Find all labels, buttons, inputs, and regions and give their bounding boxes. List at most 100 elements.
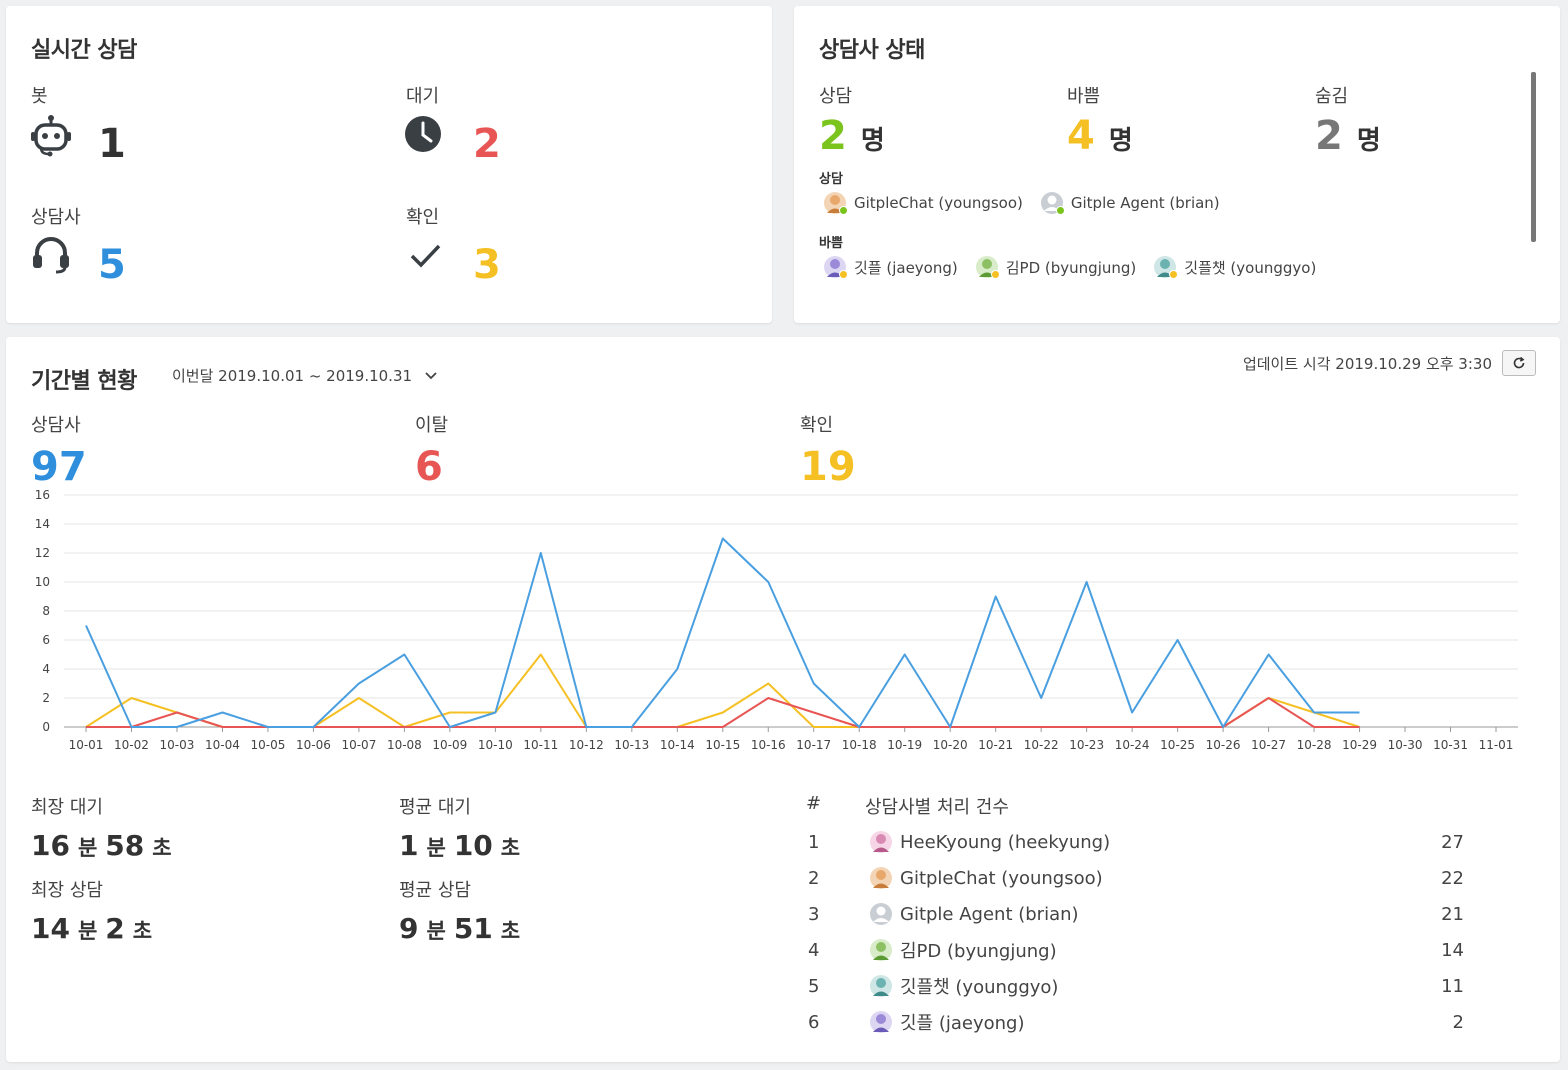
period-title: 기간별 현황 (31, 369, 137, 394)
avg-counsel-sec: 51 (453, 912, 493, 945)
kpi-confirm: 확인 19 (800, 411, 856, 487)
x-tick-label: 10-27 (1251, 738, 1286, 752)
rank-agent-name: 깃플챗 (younggyo) (900, 977, 1059, 998)
agent-item[interactable]: 깃플 (jaeyong) (824, 256, 958, 279)
refresh-icon (1513, 356, 1525, 369)
x-tick-label: 10-23 (1069, 738, 1104, 752)
status-dot (1169, 270, 1179, 279)
kpi-leave-label: 이탈 (415, 415, 449, 436)
busy-status-label: 바쁨 (1067, 86, 1101, 107)
y-tick-label: 14 (35, 517, 50, 531)
sec-unit: 초 (132, 919, 153, 943)
kpi-confirm-label: 확인 (800, 415, 834, 436)
robot-icon (31, 115, 71, 157)
x-tick-label: 10-20 (933, 738, 968, 752)
avatar-green-icon (975, 256, 1000, 279)
rank-count: 2 (1452, 1011, 1464, 1033)
agent-item[interactable]: 김PD (byungjung) (975, 256, 1137, 279)
group-title-busy: 바쁨 (819, 236, 843, 251)
update-time: 업데이트 시각 2019.10.29 오후 3:30 (1242, 355, 1492, 373)
agent-name: 김PD (byungjung) (1005, 258, 1137, 277)
counsel-status: 상담 2명 (819, 82, 885, 157)
rank-row[interactable]: 6 깃플 (jaeyong) 2 (804, 1004, 1464, 1040)
x-tick-label: 10-04 (205, 738, 240, 752)
x-tick-label: 10-19 (887, 738, 922, 752)
range-select[interactable]: 이번달 2019.10.01 ~ 2019.10.31 (172, 365, 438, 386)
agent-label: 상담사 (31, 207, 81, 228)
chevron-down-icon (425, 371, 437, 379)
avatar-purple-icon (870, 1011, 892, 1033)
realtime-card: 실시간 상담 봇 1 대기 2 상담사 5 확인 3 (6, 6, 772, 323)
avg-wait-sec: 10 (453, 829, 493, 862)
rank-index: 6 (808, 1011, 820, 1033)
x-tick-label: 10-02 (114, 738, 149, 752)
agent-list-busy: 깃플 (jaeyong) 김PD (byungjung) 깃플챗 (youngg… (824, 256, 1334, 279)
avatar-pink-icon (870, 831, 892, 853)
rank-row[interactable]: 5 깃플챗 (younggyo) 11 (804, 968, 1464, 1004)
x-tick-label: 10-14 (660, 738, 695, 752)
headset-icon (33, 237, 69, 274)
scrollbar[interactable] (1531, 72, 1536, 242)
rank-row[interactable]: 3 Gitple Agent (brian) 21 (804, 896, 1464, 932)
agent-list-counsel: GitpleChat (youngsoo) Gitple Agent (bria… (824, 192, 1238, 215)
avatar-default-icon (1040, 192, 1065, 215)
rank-count: 27 (1441, 831, 1464, 853)
waiting-label: 대기 (406, 86, 440, 107)
waiting-count: 2 (473, 121, 501, 167)
counsel-status-unit: 명 (860, 126, 885, 156)
bot-count: 1 (98, 121, 126, 167)
rank-index: 5 (808, 975, 820, 997)
agent-status-title: 상담사 상태 (819, 38, 925, 63)
hidden-status-count: 2 (1315, 113, 1343, 159)
avatar-orange-icon (870, 867, 892, 889)
agent-item[interactable]: Gitple Agent (brian) (1040, 192, 1220, 215)
refresh-button[interactable] (1502, 350, 1536, 376)
x-tick-label: 10-09 (432, 738, 467, 752)
rank-agent-name: 김PD (byungjung) (900, 941, 1057, 962)
x-tick-label: 10-12 (569, 738, 604, 752)
busy-status-count: 4 (1067, 113, 1095, 159)
clock-icon (405, 116, 441, 152)
agent-item[interactable]: GitpleChat (youngsoo) (824, 192, 1023, 215)
rank-agent-name: HeeKyoung (heekyung) (900, 831, 1111, 853)
rank-row[interactable]: 4 김PD (byungjung) 14 (804, 932, 1464, 968)
x-tick-label: 10-29 (1342, 738, 1377, 752)
busy-status: 바쁨 4명 (1067, 82, 1133, 157)
x-tick-label: 10-03 (160, 738, 195, 752)
x-tick-label: 10-25 (1160, 738, 1195, 752)
rank-index: 1 (808, 831, 820, 853)
x-tick-label: 10-01 (69, 738, 104, 752)
sec-unit: 초 (500, 919, 521, 943)
y-tick-label: 2 (42, 691, 50, 705)
y-tick-label: 10 (35, 575, 50, 589)
longest-counsel: 최장 상담 14 분 2 초 (31, 876, 160, 945)
daily-line-chart: 0 2 4 6 8 10 12 14 16 10-01 10-02 10-03 10-04 10-05 10… (35, 488, 1518, 752)
bot-label: 봇 (31, 86, 48, 107)
status-dot (839, 206, 848, 215)
rank-row[interactable]: 1 HeeKyoung (heekyung) 27 (804, 824, 1464, 860)
min-unit: 분 (426, 919, 446, 943)
y-tick-label: 0 (42, 720, 50, 734)
rank-index: 2 (808, 867, 820, 889)
x-tick-label: 10-11 (523, 738, 558, 752)
longest-counsel-label: 최장 상담 (31, 880, 103, 901)
rank-count: 11 (1441, 975, 1464, 997)
hidden-status-unit: 명 (1356, 126, 1381, 156)
x-tick-label: 10-13 (614, 738, 649, 752)
agent-item[interactable]: 깃플챗 (younggyo) (1154, 256, 1316, 279)
x-tick-label: 10-06 (296, 738, 331, 752)
kpi-agent-value: 97 (31, 444, 87, 490)
rank-count: 22 (1441, 867, 1464, 889)
avg-wait-label: 평균 대기 (399, 797, 471, 818)
rank-row[interactable]: 2 GitpleChat (youngsoo) 22 (804, 860, 1464, 896)
rank-count: 21 (1441, 903, 1464, 925)
longest-wait-label: 최장 대기 (31, 797, 103, 818)
x-tick-label: 10-10 (478, 738, 513, 752)
longest-wait-min: 16 (31, 829, 70, 862)
checkmark-icon (410, 244, 441, 268)
group-title-counsel: 상담 (819, 172, 843, 187)
x-tick-label: 10-22 (1024, 738, 1059, 752)
hidden-status-label: 숨김 (1315, 86, 1349, 107)
rank-agent-name: GitpleChat (youngsoo) (900, 867, 1103, 889)
x-tick-label: 10-21 (978, 738, 1013, 752)
